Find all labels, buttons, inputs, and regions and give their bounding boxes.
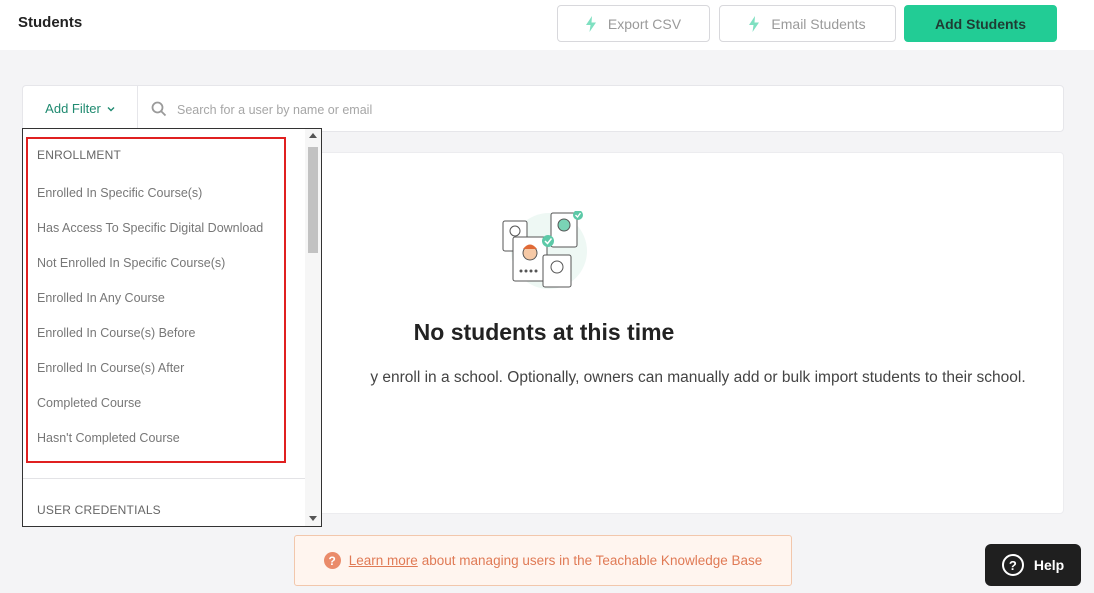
search-bar: Add Filter [22,85,1064,132]
filter-dropdown-menu: ENROLLMENT Enrolled In Specific Course(s… [22,128,322,527]
add-filter-label: Add Filter [45,101,101,116]
filter-option-not-completed[interactable]: Hasn't Completed Course [37,431,180,445]
learn-more-link[interactable]: Learn more [349,553,418,568]
scroll-up-arrow-icon[interactable] [309,133,317,138]
add-students-button[interactable]: Add Students [904,5,1057,42]
email-students-button[interactable]: Email Students [719,5,896,42]
add-students-label: Add Students [935,15,1026,32]
search-icon [151,101,167,117]
empty-students-illustration [502,211,587,289]
filter-option-enrolled-specific[interactable]: Enrolled In Specific Course(s) [37,186,202,200]
email-students-label: Email Students [771,15,866,32]
filter-option-digital-download[interactable]: Has Access To Specific Digital Download [37,221,263,235]
help-button[interactable]: ? Help [985,544,1081,586]
question-icon: ? [323,552,341,569]
export-csv-button[interactable]: Export CSV [557,5,710,42]
dropdown-scrollbar[interactable] [305,129,321,526]
filter-option-completed[interactable]: Completed Course [37,396,141,410]
filter-option-enrolled-any[interactable]: Enrolled In Any Course [37,291,165,305]
scroll-down-arrow-icon[interactable] [309,516,317,521]
user-credentials-section-header: USER CREDENTIALS [37,503,161,517]
export-csv-label: Export CSV [607,15,682,32]
enrollment-section-header: ENROLLMENT [37,148,122,162]
help-label: Help [1033,557,1065,573]
chevron-down-icon [107,106,115,111]
bolt-icon [749,15,760,32]
filter-option-enrolled-after[interactable]: Enrolled In Course(s) After [37,361,184,375]
kb-banner-text: about managing users in the Teachable Kn… [421,553,763,568]
top-bar: Students Export CSV Email Students Add S… [0,0,1094,50]
page-title: Students [18,14,83,31]
help-question-icon: ? [1001,554,1024,576]
add-filter-button[interactable]: Add Filter [23,86,138,131]
filter-option-enrolled-before[interactable]: Enrolled In Course(s) Before [37,326,195,340]
search-input[interactable] [175,96,1039,124]
scrollbar-thumb[interactable] [308,147,318,253]
knowledge-base-banner: ? Learn more about managing users in the… [294,535,792,586]
dropdown-divider [23,478,305,479]
bolt-icon [585,15,596,32]
filter-option-not-enrolled[interactable]: Not Enrolled In Specific Course(s) [37,256,225,270]
